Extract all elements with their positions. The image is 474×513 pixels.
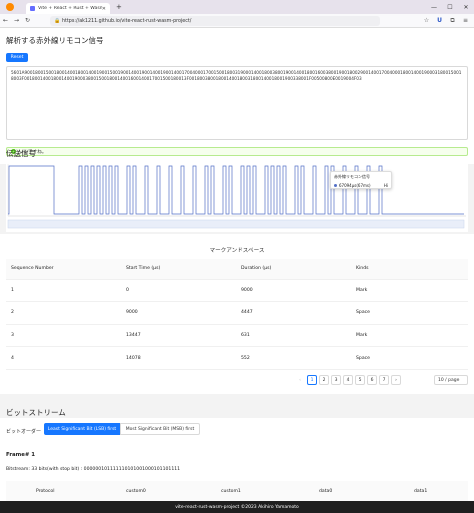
page-size-select[interactable]: 10 / page (434, 375, 468, 385)
table-cell: 14078 (121, 346, 236, 370)
address-bar[interactable]: 🔒 https://ak1211.github.io/vite-react-ru… (50, 16, 380, 26)
prev-page-button[interactable]: ‹ (295, 375, 305, 385)
maximize-icon[interactable]: ☐ (442, 0, 458, 14)
page-button[interactable]: 6 (367, 375, 377, 385)
col-header: Start Time (μs) (121, 259, 236, 280)
vite-logo-icon (30, 6, 35, 11)
page-button[interactable]: 3 (331, 375, 341, 385)
page-title: 解析する赤外線リモコン信号 (6, 36, 104, 45)
col-header: data1 (414, 488, 428, 494)
table-cell: 1 (6, 279, 121, 303)
page-size-value: 10 / page (438, 377, 460, 383)
table-cell: Mark (351, 324, 468, 348)
table-cell: 631 (236, 324, 351, 348)
footer-text: vite-react-rust-wasm-project ©2023 Akihi… (175, 504, 299, 510)
table-cell: 9000 (121, 301, 236, 325)
browser-menu-icon[interactable] (6, 3, 14, 11)
forward-icon[interactable]: → (11, 17, 22, 24)
col-header: Kinds (351, 259, 468, 280)
col-header: custom0 (126, 488, 146, 494)
back-icon[interactable]: ← (0, 17, 11, 24)
table-cell: 13447 (121, 324, 236, 348)
pagination: ‹ 1 2 3 4 5 6 7 › (295, 375, 401, 385)
signal-line (8, 165, 464, 215)
extensions-icon[interactable]: ⧉ (448, 16, 457, 25)
table-row: 1 0 9000 Mark (6, 279, 468, 303)
col-header: data0 (319, 488, 333, 494)
window-controls: — ☐ ✕ (426, 0, 474, 14)
frame-table-header: Protocol custom0 custom1 data0 data1 (6, 481, 468, 501)
page-button[interactable]: 2 (319, 375, 329, 385)
page-button[interactable]: 1 (307, 375, 317, 385)
close-window-icon[interactable]: ✕ (458, 0, 474, 14)
table-cell: 2 (6, 301, 121, 325)
table-header-row: Sequence Number Start Time (μs) Duration… (6, 259, 468, 280)
col-header: Sequence Number (6, 259, 121, 280)
table-row: 2 9000 4447 Space (6, 301, 468, 325)
signal-title: 伝送信号 (6, 149, 36, 158)
browser-tabbar: Vite + React + Rust + Wasm ✕ + — ☐ ✕ (0, 0, 474, 14)
table-cell: Space (351, 346, 468, 370)
mark-space-table: Sequence Number Start Time (μs) Duration… (6, 259, 468, 370)
close-tab-icon[interactable]: ✕ (102, 6, 106, 12)
table-cell: 3 (6, 324, 121, 348)
table-row: 4 14078 552 Space (6, 346, 468, 370)
signal-tooltip: 赤外線リモコン信号 67094μs(67ms) Hi (330, 171, 392, 189)
status-alert: ✓ いいですね。 (6, 147, 468, 156)
msb-first-button[interactable]: Most Significant Bit (MSB) first (120, 423, 200, 435)
signal-chart[interactable] (6, 160, 468, 232)
mark-space-title: マークアンドスペース (209, 248, 265, 254)
lock-icon: 🔒 (54, 18, 61, 24)
shield-icon[interactable]: U (435, 16, 444, 25)
zoom-slider[interactable] (7, 219, 465, 229)
tooltip-title: 赤外線リモコン信号 (334, 174, 370, 179)
minimize-icon[interactable]: — (426, 0, 442, 14)
tooltip-value: 67094μs(67ms) (339, 183, 371, 188)
bit-order-label: ビットオーダー (6, 429, 42, 435)
table-cell: 9000 (236, 279, 351, 303)
reset-button[interactable]: Reset (6, 53, 28, 62)
table-cell: 552 (236, 346, 351, 370)
bitstream-title: ビットストリーム (6, 408, 66, 417)
footer: vite-react-rust-wasm-project ©2023 Akihi… (0, 501, 474, 513)
next-page-button[interactable]: › (391, 375, 401, 385)
browser-toolbar: ☆ U ⧉ ≡ (422, 16, 470, 25)
table-cell: 4 (6, 346, 121, 370)
browser-tab[interactable]: Vite + React + Rust + Wasm ✕ (26, 3, 110, 14)
tab-title: Vite + React + Rust + Wasm (38, 6, 102, 11)
new-tab-icon[interactable]: + (116, 3, 122, 11)
table-cell: Mark (351, 279, 468, 303)
page-button[interactable]: 4 (343, 375, 353, 385)
table-cell: Space (351, 301, 468, 325)
hamburger-menu-icon[interactable]: ≡ (461, 16, 470, 25)
series-dot-icon (334, 184, 337, 187)
col-header: Duration (μs) (236, 259, 351, 280)
table-cell: 0 (121, 279, 236, 303)
col-header: custom1 (221, 488, 241, 494)
hex-input-textarea[interactable]: 5601A90018001500180014001800140019001500… (6, 66, 468, 140)
col-header: Protocol (36, 488, 55, 494)
frame-title: Frame# 1 (6, 452, 36, 458)
url-text: https://ak1211.github.io/vite-react-rust… (62, 18, 192, 24)
reload-icon[interactable]: ↻ (22, 17, 33, 24)
browser-navbar: ← → ↻ 🔒 https://ak1211.github.io/vite-re… (0, 14, 474, 28)
table-row: 3 13447 631 Mark (6, 324, 468, 348)
table-cell: 4447 (236, 301, 351, 325)
bitstream-text: Bitstream: 33 bits(with stop bit) : 0000… (6, 467, 181, 472)
signal-waveform (7, 164, 466, 229)
lsb-first-button[interactable]: Least Significant Bit (LSB) first (44, 423, 120, 435)
bookmark-icon[interactable]: ☆ (422, 16, 431, 25)
page-button[interactable]: 7 (379, 375, 389, 385)
tooltip-value-2: Hi (383, 183, 388, 188)
page-button[interactable]: 5 (355, 375, 365, 385)
